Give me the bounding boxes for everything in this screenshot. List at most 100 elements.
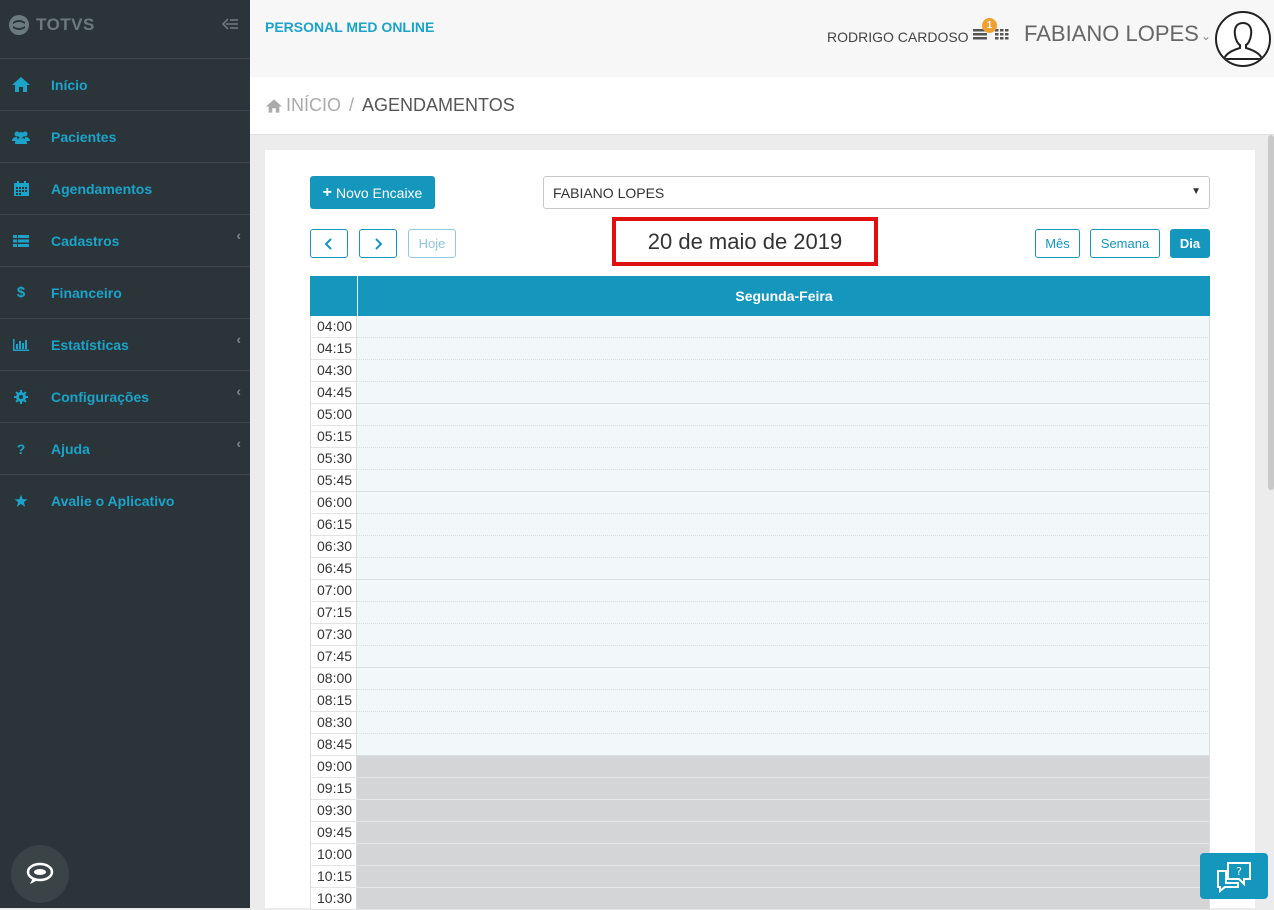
tasks-button[interactable]: 1: [973, 18, 1013, 46]
time-label: 05:45: [310, 470, 357, 492]
new-appointment-button[interactable]: + Novo Encaixe: [310, 176, 435, 209]
question-icon: ?: [16, 440, 26, 457]
time-slot-row: 05:15: [310, 426, 1210, 448]
breadcrumb-separator: /: [349, 95, 355, 115]
sidebar-item-estatisticas[interactable]: Estatísticas ‹: [0, 319, 250, 371]
time-slot-row: 09:45: [310, 822, 1210, 844]
star-icon: [11, 494, 31, 508]
notification-badge: 1: [982, 18, 997, 33]
sidebar-item-inicio[interactable]: Início: [0, 59, 250, 111]
top-bar: PERSONAL MED ONLINE RODRIGO CARDOSO 1 FA…: [250, 0, 1274, 77]
user-menu[interactable]: FABIANO LOPES: [1024, 21, 1199, 47]
available-slot[interactable]: [357, 404, 1210, 426]
blocked-slot[interactable]: [357, 866, 1210, 888]
sidebar-item-financeiro[interactable]: $ Financeiro: [0, 267, 250, 319]
sidebar-item-avalie[interactable]: Avalie o Aplicativo: [0, 475, 250, 526]
available-slot[interactable]: [357, 624, 1210, 646]
breadcrumb-home-label: INÍCIO: [286, 95, 342, 115]
available-slot[interactable]: [357, 668, 1210, 690]
blocked-slot[interactable]: [357, 822, 1210, 844]
sidebar-item-ajuda[interactable]: ? Ajuda ‹: [0, 423, 250, 475]
available-slot[interactable]: [357, 470, 1210, 492]
chevron-left-icon: ‹: [236, 383, 241, 399]
avatar[interactable]: [1215, 11, 1271, 67]
svg-text:?: ?: [1236, 865, 1242, 878]
time-label: 08:00: [310, 668, 357, 690]
sidebar-item-label: Estatísticas: [51, 336, 129, 353]
sidebar-header: TOTVS: [0, 0, 250, 59]
time-slot-row: 08:15: [310, 690, 1210, 712]
time-label: 09:45: [310, 822, 357, 844]
sidebar-item-label: Avalie o Aplicativo: [51, 492, 175, 509]
time-slot-row: 06:15: [310, 514, 1210, 536]
time-label: 04:30: [310, 360, 357, 382]
available-slot[interactable]: [357, 602, 1210, 624]
available-slot[interactable]: [357, 338, 1210, 360]
gear-icon: [11, 389, 31, 404]
calendar-header: Segunda-Feira: [310, 276, 1210, 316]
available-slot[interactable]: [357, 492, 1210, 514]
time-slots: 04:00 04:15 04:30 04:45 05:00 05:15 05:30 05:45…: [310, 316, 1210, 910]
available-slot[interactable]: [357, 448, 1210, 470]
time-slot-row: 05:30: [310, 448, 1210, 470]
available-slot[interactable]: [357, 580, 1210, 602]
chat-bubbles-icon: [26, 862, 54, 884]
blocked-slot[interactable]: [357, 844, 1210, 866]
time-label: 05:30: [310, 448, 357, 470]
available-slot[interactable]: [357, 712, 1210, 734]
collapse-sidebar-icon[interactable]: [221, 17, 238, 35]
available-slot[interactable]: [357, 360, 1210, 382]
bar-chart-icon: [11, 338, 31, 351]
day-calendar: Segunda-Feira 04:00 04:15 04:30 04:45 05:00 0…: [310, 276, 1210, 910]
time-label: 07:30: [310, 624, 357, 646]
users-icon: [11, 130, 31, 144]
time-label: 08:15: [310, 690, 357, 712]
time-slot-row: 04:00: [310, 316, 1210, 338]
time-slot-row: 07:30: [310, 624, 1210, 646]
available-slot[interactable]: [357, 690, 1210, 712]
chevron-right-icon: [375, 237, 383, 250]
available-slot[interactable]: [357, 734, 1210, 756]
breadcrumb: INÍCIO / AGENDAMENTOS: [266, 95, 515, 116]
sidebar-item-cadastros[interactable]: Cadastros ‹: [0, 215, 250, 267]
time-label: 06:45: [310, 558, 357, 580]
sidebar-item-agendamentos[interactable]: Agendamentos: [0, 163, 250, 215]
blocked-slot[interactable]: [357, 800, 1210, 822]
professional-select[interactable]: FABIANO LOPES ▼: [543, 176, 1210, 209]
next-day-button[interactable]: [359, 229, 397, 258]
available-slot[interactable]: [357, 426, 1210, 448]
available-slot[interactable]: [357, 382, 1210, 404]
blocked-slot[interactable]: [357, 756, 1210, 778]
available-slot[interactable]: [357, 316, 1210, 338]
view-week-button[interactable]: Semana: [1090, 229, 1160, 258]
page-scrollbar[interactable]: [1268, 135, 1274, 490]
calendar-corner: [310, 276, 358, 316]
available-slot[interactable]: [357, 558, 1210, 580]
blocked-slot[interactable]: [357, 888, 1210, 910]
app-brand[interactable]: PERSONAL MED ONLINE: [265, 19, 434, 35]
help-chat-button[interactable]: ?: [1200, 853, 1268, 899]
time-slot-row: 06:00: [310, 492, 1210, 514]
time-slot-row: 09:00: [310, 756, 1210, 778]
view-month-button[interactable]: Mês: [1035, 229, 1080, 258]
chat-button[interactable]: [11, 845, 69, 903]
sidebar-item-label: Configurações: [51, 388, 150, 405]
list-icon: [11, 234, 31, 247]
today-button[interactable]: Hoje: [408, 229, 456, 258]
available-slot[interactable]: [357, 536, 1210, 558]
home-icon: [266, 98, 282, 113]
available-slot[interactable]: [357, 646, 1210, 668]
blocked-slot[interactable]: [357, 778, 1210, 800]
available-slot[interactable]: [357, 514, 1210, 536]
sidebar-item-configuracoes[interactable]: Configurações ‹: [0, 371, 250, 423]
time-slot-row: 09:30: [310, 800, 1210, 822]
view-day-button[interactable]: Dia: [1170, 229, 1210, 258]
time-label: 10:30: [310, 888, 357, 910]
prev-day-button[interactable]: [310, 229, 348, 258]
chevron-down-icon[interactable]: ⌄: [1201, 29, 1211, 43]
sidebar-item-label: Início: [51, 76, 88, 93]
sidebar-item-pacientes[interactable]: Pacientes: [0, 111, 250, 163]
chevron-left-icon: ‹: [236, 331, 241, 347]
time-slot-row: 10:30: [310, 888, 1210, 910]
breadcrumb-home[interactable]: INÍCIO: [266, 95, 341, 116]
